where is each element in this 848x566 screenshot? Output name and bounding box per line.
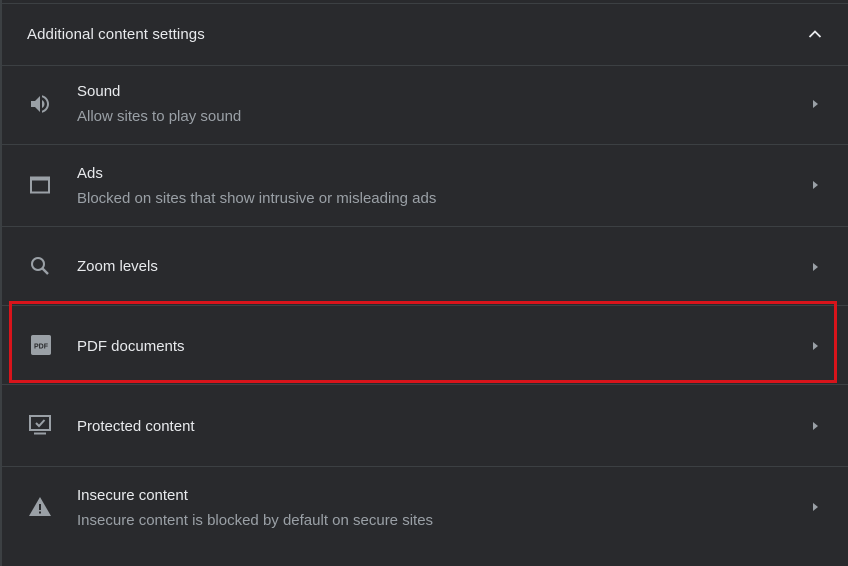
insecure-content-subtitle: Insecure content is blocked by default o… (77, 512, 434, 529)
sound-row[interactable]: Sound Allow sites to play sound (2, 66, 848, 144)
content-settings-panel: Additional content settings Sound Allow … (0, 0, 848, 566)
zoom-levels-title: Zoom levels (77, 258, 158, 275)
sound-title: Sound (77, 83, 121, 100)
sound-subtitle: Allow sites to play sound (77, 108, 242, 125)
insecure-content-row[interactable]: Insecure content Insecure content is blo… (2, 467, 848, 566)
ads-row[interactable]: Ads Blocked on sites that show intrusive… (2, 145, 848, 226)
arrow-right-icon (813, 342, 818, 350)
section-title: Additional content settings (27, 26, 205, 43)
protected-content-title: Protected content (77, 418, 195, 435)
arrow-right-icon (813, 422, 818, 430)
protected-content-row[interactable]: Protected content (2, 385, 848, 465)
speaker-icon (31, 95, 49, 113)
monitor-check-icon (29, 415, 51, 435)
arrow-right-icon (813, 503, 818, 511)
pdf-icon-label: PDF (34, 344, 49, 351)
arrow-right-icon (813, 100, 818, 108)
insecure-content-title: Insecure content (77, 487, 188, 504)
chevron-up-icon[interactable] (805, 24, 825, 44)
ads-title: Ads (77, 165, 103, 182)
arrow-right-icon (813, 181, 818, 189)
pdf-documents-row[interactable]: PDF PDF documents (2, 306, 848, 384)
zoom-levels-row[interactable]: Zoom levels (2, 227, 848, 305)
additional-content-settings-header[interactable]: Additional content settings (2, 4, 848, 65)
pdf-icon: PDF (31, 335, 51, 355)
ads-subtitle: Blocked on sites that show intrusive or … (77, 190, 437, 207)
warning-icon (29, 497, 51, 516)
search-icon (31, 257, 49, 275)
window-icon (30, 176, 50, 194)
arrow-right-icon (813, 263, 818, 271)
pdf-documents-title: PDF documents (77, 338, 185, 355)
